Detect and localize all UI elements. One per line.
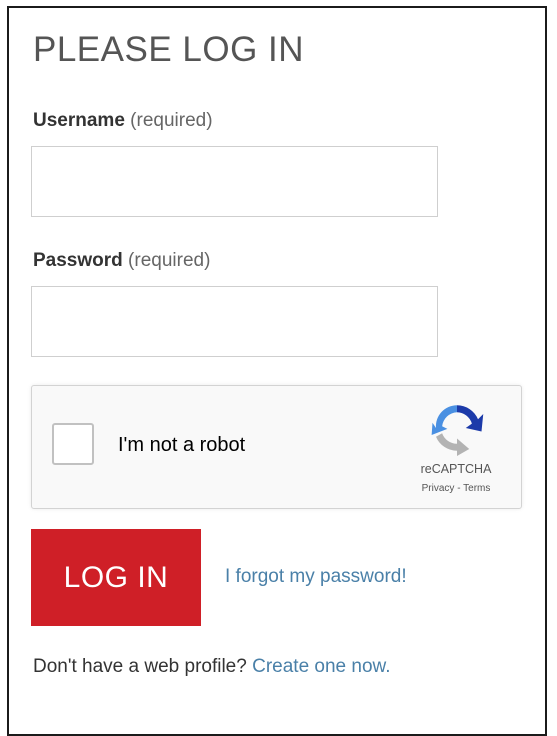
password-label-text: Password bbox=[33, 250, 123, 271]
recaptcha-checkbox[interactable] bbox=[52, 423, 94, 465]
create-profile-link[interactable]: Create one now. bbox=[252, 656, 390, 677]
recaptcha-widget: I'm not a robot reCAPTCHA Privacy - Term… bbox=[31, 385, 522, 509]
recaptcha-logo-icon bbox=[431, 405, 484, 456]
recaptcha-checkbox-label[interactable]: I'm not a robot bbox=[118, 434, 245, 457]
page-title: PLEASE LOG IN bbox=[33, 30, 305, 69]
recaptcha-privacy-link[interactable]: Privacy bbox=[422, 483, 455, 494]
username-label-text: Username bbox=[33, 110, 125, 131]
recaptcha-link-separator: - bbox=[454, 483, 464, 494]
username-label: Username (required) bbox=[33, 110, 213, 132]
recaptcha-links: Privacy - Terms bbox=[392, 483, 520, 494]
login-button[interactable]: LOG IN bbox=[31, 529, 201, 626]
username-field[interactable] bbox=[31, 146, 438, 217]
login-panel: PLEASE LOG IN Username (required) Passwo… bbox=[7, 6, 547, 736]
signup-prompt: Don't have a web profile? Create one now… bbox=[33, 656, 390, 678]
recaptcha-brand: reCAPTCHA bbox=[420, 462, 492, 476]
recaptcha-terms-link[interactable]: Terms bbox=[463, 483, 490, 494]
username-required-note: (required) bbox=[130, 110, 213, 131]
password-required-note: (required) bbox=[128, 250, 211, 271]
password-field[interactable] bbox=[31, 286, 438, 357]
signup-prompt-text: Don't have a web profile? bbox=[33, 656, 247, 677]
forgot-password-link[interactable]: I forgot my password! bbox=[225, 566, 407, 588]
password-label: Password (required) bbox=[33, 250, 210, 272]
